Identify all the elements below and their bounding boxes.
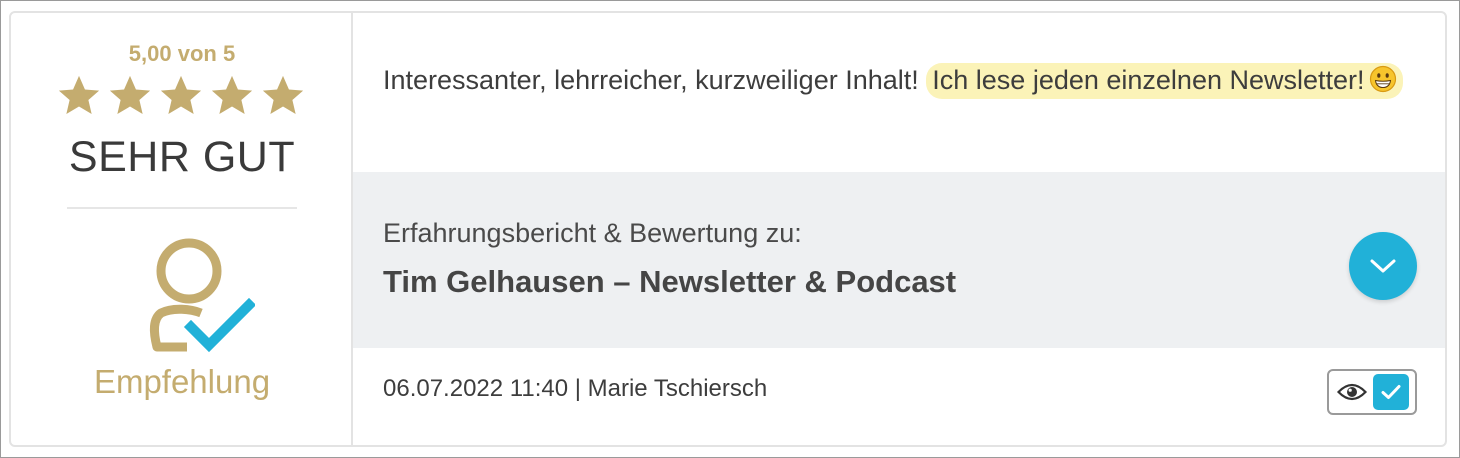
divider <box>67 207 297 209</box>
rating-verdict: SEHR GUT <box>68 133 296 181</box>
review-text-highlight: Ich lese jeden einzelnen Newsletter! <box>932 65 1365 95</box>
star-icon <box>109 75 151 115</box>
subject-title[interactable]: Tim Gelhausen – Newsletter & Podcast <box>383 264 956 300</box>
star-rating <box>56 73 306 121</box>
review-text: Interessanter, lehrreicher, kurzweiliger… <box>383 57 1403 103</box>
checkmark-icon[interactable] <box>1373 374 1409 410</box>
recommendation-label: Empfehlung <box>93 363 271 400</box>
star-icon <box>262 75 304 115</box>
rating-score: 5,00 von 5 <box>128 41 236 66</box>
star-icon <box>211 75 253 115</box>
chevron-down-icon <box>1370 259 1396 273</box>
page-frame: 5,00 von 5 SEHR GUT Empfehlung Interessa… <box>0 0 1460 458</box>
expand-button[interactable] <box>1349 232 1417 300</box>
review-highlight: Ich lese jeden einzelnen Newsletter! <box>926 63 1403 99</box>
review-text-plain: Interessanter, lehrreicher, kurzweiliger… <box>383 65 927 95</box>
user-check-icon <box>149 238 255 353</box>
verification-badge[interactable] <box>1327 369 1417 415</box>
star-icon <box>160 75 202 115</box>
rating-panel: 5,00 von 5 SEHR GUT Empfehlung <box>11 13 353 445</box>
subject-label: Erfahrungsbericht & Bewertung zu: <box>383 218 802 248</box>
review-subject-panel: Erfahrungsbericht & Bewertung zu: Tim Ge… <box>353 172 1445 348</box>
eye-icon[interactable] <box>1337 382 1367 402</box>
grinning-face-emoji <box>1369 65 1396 93</box>
review-card: 5,00 von 5 SEHR GUT Empfehlung Interessa… <box>9 11 1447 447</box>
star-icon <box>58 75 100 115</box>
review-meta: 06.07.2022 11:40 | Marie Tschiersch <box>383 375 768 402</box>
